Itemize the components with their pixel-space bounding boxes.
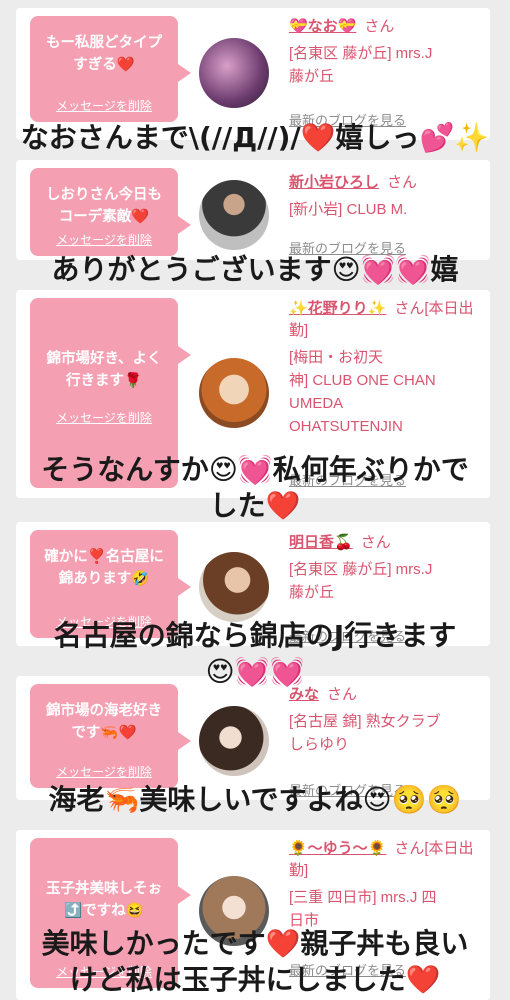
shop-info: [名東区 藤が丘] mrs.J 藤が丘 xyxy=(289,45,433,85)
message-card: 確かに❣️名古屋に 錦あります🤣 メッセージを削除 明日香🍒 さん [名東区 藤が… xyxy=(16,522,490,646)
message-text: 玉子丼美味しそぉ ⤴️ですね😆 xyxy=(46,881,162,919)
latest-blog-link[interactable]: 最新のブログを見る xyxy=(289,780,406,799)
avatar[interactable] xyxy=(199,552,269,622)
sender-name-link[interactable]: 新小岩ひろし xyxy=(289,174,379,191)
delete-message-link[interactable]: メッセージを削除 xyxy=(30,231,178,248)
message-card: もー私服どタイプ すぎる❤️ メッセージを削除 💝なお💝 さん [名東区 藤が丘]… xyxy=(16,8,490,140)
shop-info: [新小岩] CLUB M. xyxy=(289,201,408,218)
latest-blog-link[interactable]: 最新のブログを見る xyxy=(289,960,406,979)
delete-message-link[interactable]: メッセージを削除 xyxy=(30,97,178,114)
honorific: さん xyxy=(394,300,425,317)
message-bubble: 錦市場の海老好き です🦐❤️ メッセージを削除 xyxy=(30,684,191,788)
message-bubble: もー私服どタイプ すぎる❤️ メッセージを削除 xyxy=(30,16,191,122)
honorific: さん xyxy=(394,840,425,857)
avatar[interactable] xyxy=(199,38,269,108)
avatar[interactable] xyxy=(199,358,269,428)
honorific: さん xyxy=(327,686,358,703)
message-card: 錦市場の海老好き です🦐❤️ メッセージを削除 みな さん [名古屋 錦] 熟女ク… xyxy=(16,676,490,800)
message-bubble: 確かに❣️名古屋に 錦あります🤣 メッセージを削除 xyxy=(30,530,191,638)
message-text: もー私服どタイプ すぎる❤️ xyxy=(46,35,162,73)
message-text: しおりさん今日も コーデ素敵❤️ xyxy=(46,187,162,225)
latest-blog-link[interactable]: 最新のブログを見る xyxy=(289,470,406,489)
latest-blog-link[interactable]: 最新のブログを見る xyxy=(289,238,406,257)
avatar[interactable] xyxy=(199,876,269,946)
shop-info: [名東区 藤が丘] mrs.J 藤が丘 xyxy=(289,561,433,601)
avatar[interactable] xyxy=(199,706,269,776)
delete-message-link[interactable]: メッセージを削除 xyxy=(30,963,178,980)
sender-name-link[interactable]: みな xyxy=(289,686,319,703)
latest-blog-link[interactable]: 最新のブログを見る xyxy=(289,626,406,645)
message-text: 錦市場の海老好き です🦐❤️ xyxy=(46,703,162,741)
message-text: 確かに❣️名古屋に 錦あります🤣 xyxy=(44,549,164,587)
delete-message-link[interactable]: メッセージを削除 xyxy=(30,409,178,426)
shop-info: [名古屋 錦] 熟女クラブ しらゆり xyxy=(289,713,441,753)
shop-info: [三重 四日市] mrs.J 四 日市 xyxy=(289,889,437,929)
delete-message-link[interactable]: メッセージを削除 xyxy=(30,763,178,780)
message-card: 玉子丼美味しそぉ ⤴️ですね😆 メッセージを削除 🌻〜ゆう〜🌻 さん[本日出勤] … xyxy=(16,830,490,1000)
delete-message-link[interactable]: メッセージを削除 xyxy=(30,613,178,630)
sender-name-link[interactable]: 🌻〜ゆう〜🌻 xyxy=(289,840,386,857)
latest-blog-link[interactable]: 最新のブログを見る xyxy=(289,110,406,129)
sender-name-link[interactable]: ✨花野りり✨ xyxy=(289,300,386,317)
sender-name-link[interactable]: 💝なお💝 xyxy=(289,18,356,35)
avatar[interactable] xyxy=(199,180,269,250)
message-card: しおりさん今日も コーデ素敵❤️ メッセージを削除 新小岩ひろし さん [新小岩]… xyxy=(16,160,490,260)
sender-name-link[interactable]: 明日香🍒 xyxy=(289,534,353,551)
honorific: さん xyxy=(387,174,418,191)
message-text: 錦市場好き、よく 行きます🌹 xyxy=(46,351,162,389)
shop-info: [梅田・お初天 神] CLUB ONE CHAN UMEDA OHATSUTEN… xyxy=(289,349,436,435)
message-bubble: 玉子丼美味しそぉ ⤴️ですね😆 メッセージを削除 xyxy=(30,838,191,988)
honorific: さん xyxy=(360,534,391,551)
honorific: さん xyxy=(364,18,395,35)
message-bubble: 錦市場好き、よく 行きます🌹 メッセージを削除 xyxy=(30,298,191,488)
message-card: 錦市場好き、よく 行きます🌹 メッセージを削除 ✨花野りり✨ さん[本日出勤] [… xyxy=(16,290,490,498)
message-bubble: しおりさん今日も コーデ素敵❤️ メッセージを削除 xyxy=(30,168,191,256)
